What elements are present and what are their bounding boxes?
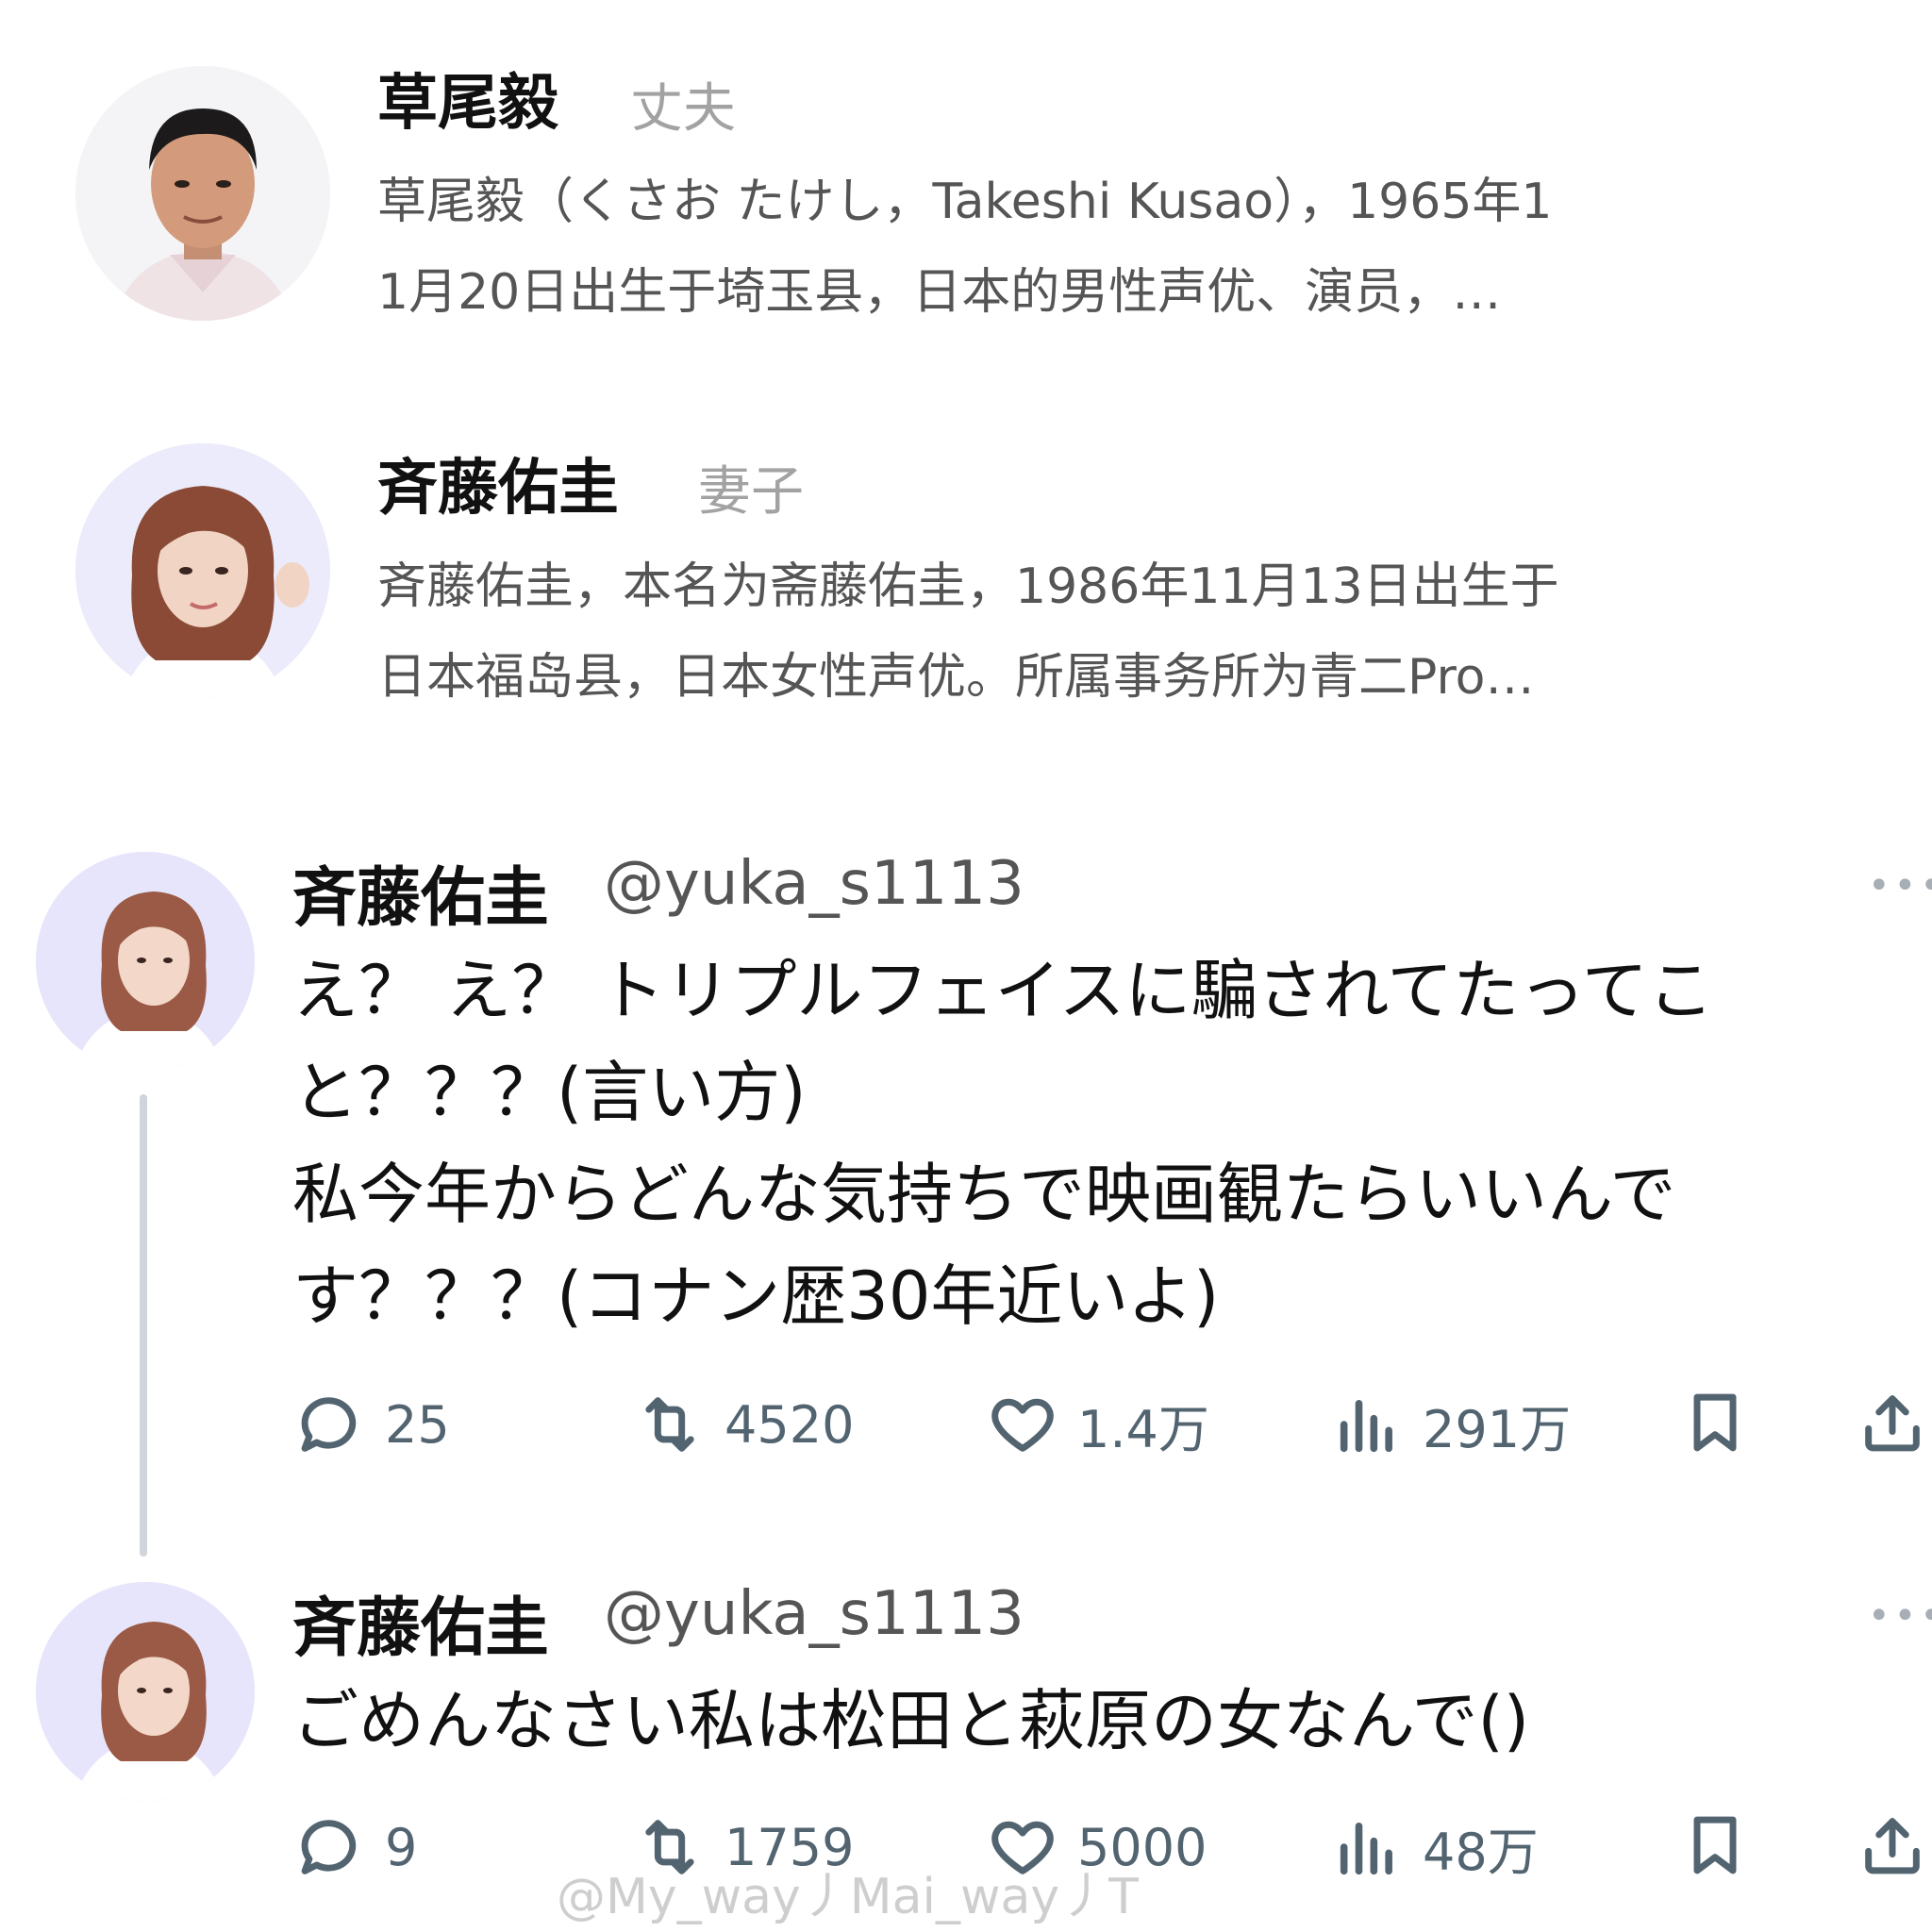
thread-line bbox=[140, 1094, 147, 1557]
watermark: @My_way丿Mai_way丿T bbox=[557, 1869, 1139, 1925]
bookmark-icon bbox=[1693, 1393, 1737, 1452]
tweet-text-line: と？？？(言い方) bbox=[292, 1054, 807, 1131]
tweet-text-line: す？？？(コナン歴30年近いよ) bbox=[292, 1257, 1220, 1335]
bookmark-icon bbox=[1693, 1816, 1737, 1874]
views-button[interactable]: 48万 bbox=[1332, 1809, 1539, 1885]
share-upload-icon bbox=[1865, 1395, 1920, 1452]
woman-portrait-icon bbox=[36, 1582, 255, 1801]
like-button[interactable]: 1.4万 bbox=[987, 1387, 1209, 1462]
reply-button[interactable]: 25 bbox=[294, 1387, 450, 1462]
like-count: 1.4万 bbox=[1077, 1399, 1209, 1459]
heart-icon bbox=[991, 1398, 1054, 1452]
person-description-line: 草尾毅（くさお たけし，Takeshi Kusao），1965年1 bbox=[377, 174, 1553, 230]
person-description-line: 斉藤佑圭，本名为斋藤佑圭，1986年11月13日出生于 bbox=[377, 558, 1559, 615]
person-name: 草尾毅 bbox=[377, 69, 558, 139]
person-name: 斉藤佑圭 bbox=[377, 454, 619, 524]
person-description-line: 1月20日出生于埼玉县，日本的男性声优、演员，… bbox=[377, 264, 1502, 321]
woman-portrait-icon bbox=[36, 852, 255, 1071]
tweet-author-handle[interactable]: @yuka_s1113 bbox=[604, 1579, 1024, 1649]
tweet-text: ごめんなさい私は松田と萩原の女なんで() bbox=[292, 1670, 1932, 1772]
share-upload-icon bbox=[1865, 1818, 1920, 1874]
man-portrait-icon bbox=[75, 66, 330, 321]
tweet-avatar[interactable] bbox=[36, 852, 255, 1071]
tweet-author-handle[interactable]: @yuka_s1113 bbox=[604, 849, 1024, 919]
person-avatar-saito[interactable] bbox=[75, 443, 330, 698]
person-role: 妻子 bbox=[698, 461, 804, 523]
person-description: 斉藤佑圭，本名为斋藤佑圭，1986年11月13日出生于 日本福岛县，日本女性声优… bbox=[377, 541, 1887, 723]
reply-count: 9 bbox=[385, 1817, 418, 1877]
retweet-count: 4520 bbox=[724, 1394, 855, 1455]
bookmark-button[interactable] bbox=[1679, 1809, 1751, 1885]
person-role: 丈夫 bbox=[630, 78, 736, 140]
bar-chart-icon bbox=[1340, 1400, 1392, 1453]
reply-count: 25 bbox=[385, 1394, 450, 1455]
bookmark-button[interactable] bbox=[1679, 1387, 1751, 1462]
person-avatar-kusao[interactable] bbox=[75, 66, 330, 321]
woman-portrait-icon bbox=[75, 443, 330, 698]
person-description-line: 日本福岛县，日本女性声优。所属事务所为青二Pro… bbox=[377, 649, 1535, 706]
retweet-icon bbox=[645, 1397, 694, 1452]
more-options-icon[interactable]: ••• bbox=[1868, 1594, 1932, 1638]
speech-bubble-icon bbox=[301, 1820, 357, 1874]
share-button[interactable] bbox=[1857, 1809, 1928, 1885]
tweet-text: え？ え？ トリプルフェイスに騙されてたってこ と？？？(言い方) 私今年からど… bbox=[292, 940, 1932, 1347]
view-count: 48万 bbox=[1423, 1822, 1539, 1882]
reply-button[interactable]: 9 bbox=[294, 1809, 417, 1885]
tweet-author-name[interactable]: 斉藤佑圭 bbox=[292, 845, 549, 939]
share-button[interactable] bbox=[1857, 1387, 1928, 1462]
tweet-text-line: 私今年からどんな気持ちで映画観たらいいんで bbox=[292, 1156, 1676, 1233]
speech-bubble-icon bbox=[301, 1397, 357, 1452]
retweet-button[interactable]: 4520 bbox=[634, 1387, 854, 1462]
views-button[interactable]: 291万 bbox=[1332, 1387, 1571, 1462]
view-count: 291万 bbox=[1423, 1399, 1572, 1459]
tweet-text-line: え？ え？ トリプルフェイスに騙されてたってこ bbox=[292, 952, 1714, 1029]
bar-chart-icon bbox=[1340, 1823, 1392, 1875]
tweet-avatar[interactable] bbox=[36, 1582, 255, 1801]
tweet-text-line: ごめんなさい私は松田と萩原の女なんで() bbox=[292, 1682, 1530, 1759]
tweet-author-name[interactable]: 斉藤佑圭 bbox=[292, 1575, 549, 1669]
person-description: 草尾毅（くさお たけし，Takeshi Kusao），1965年1 1月20日出… bbox=[377, 157, 1887, 338]
more-options-icon[interactable]: ••• bbox=[1868, 864, 1932, 908]
